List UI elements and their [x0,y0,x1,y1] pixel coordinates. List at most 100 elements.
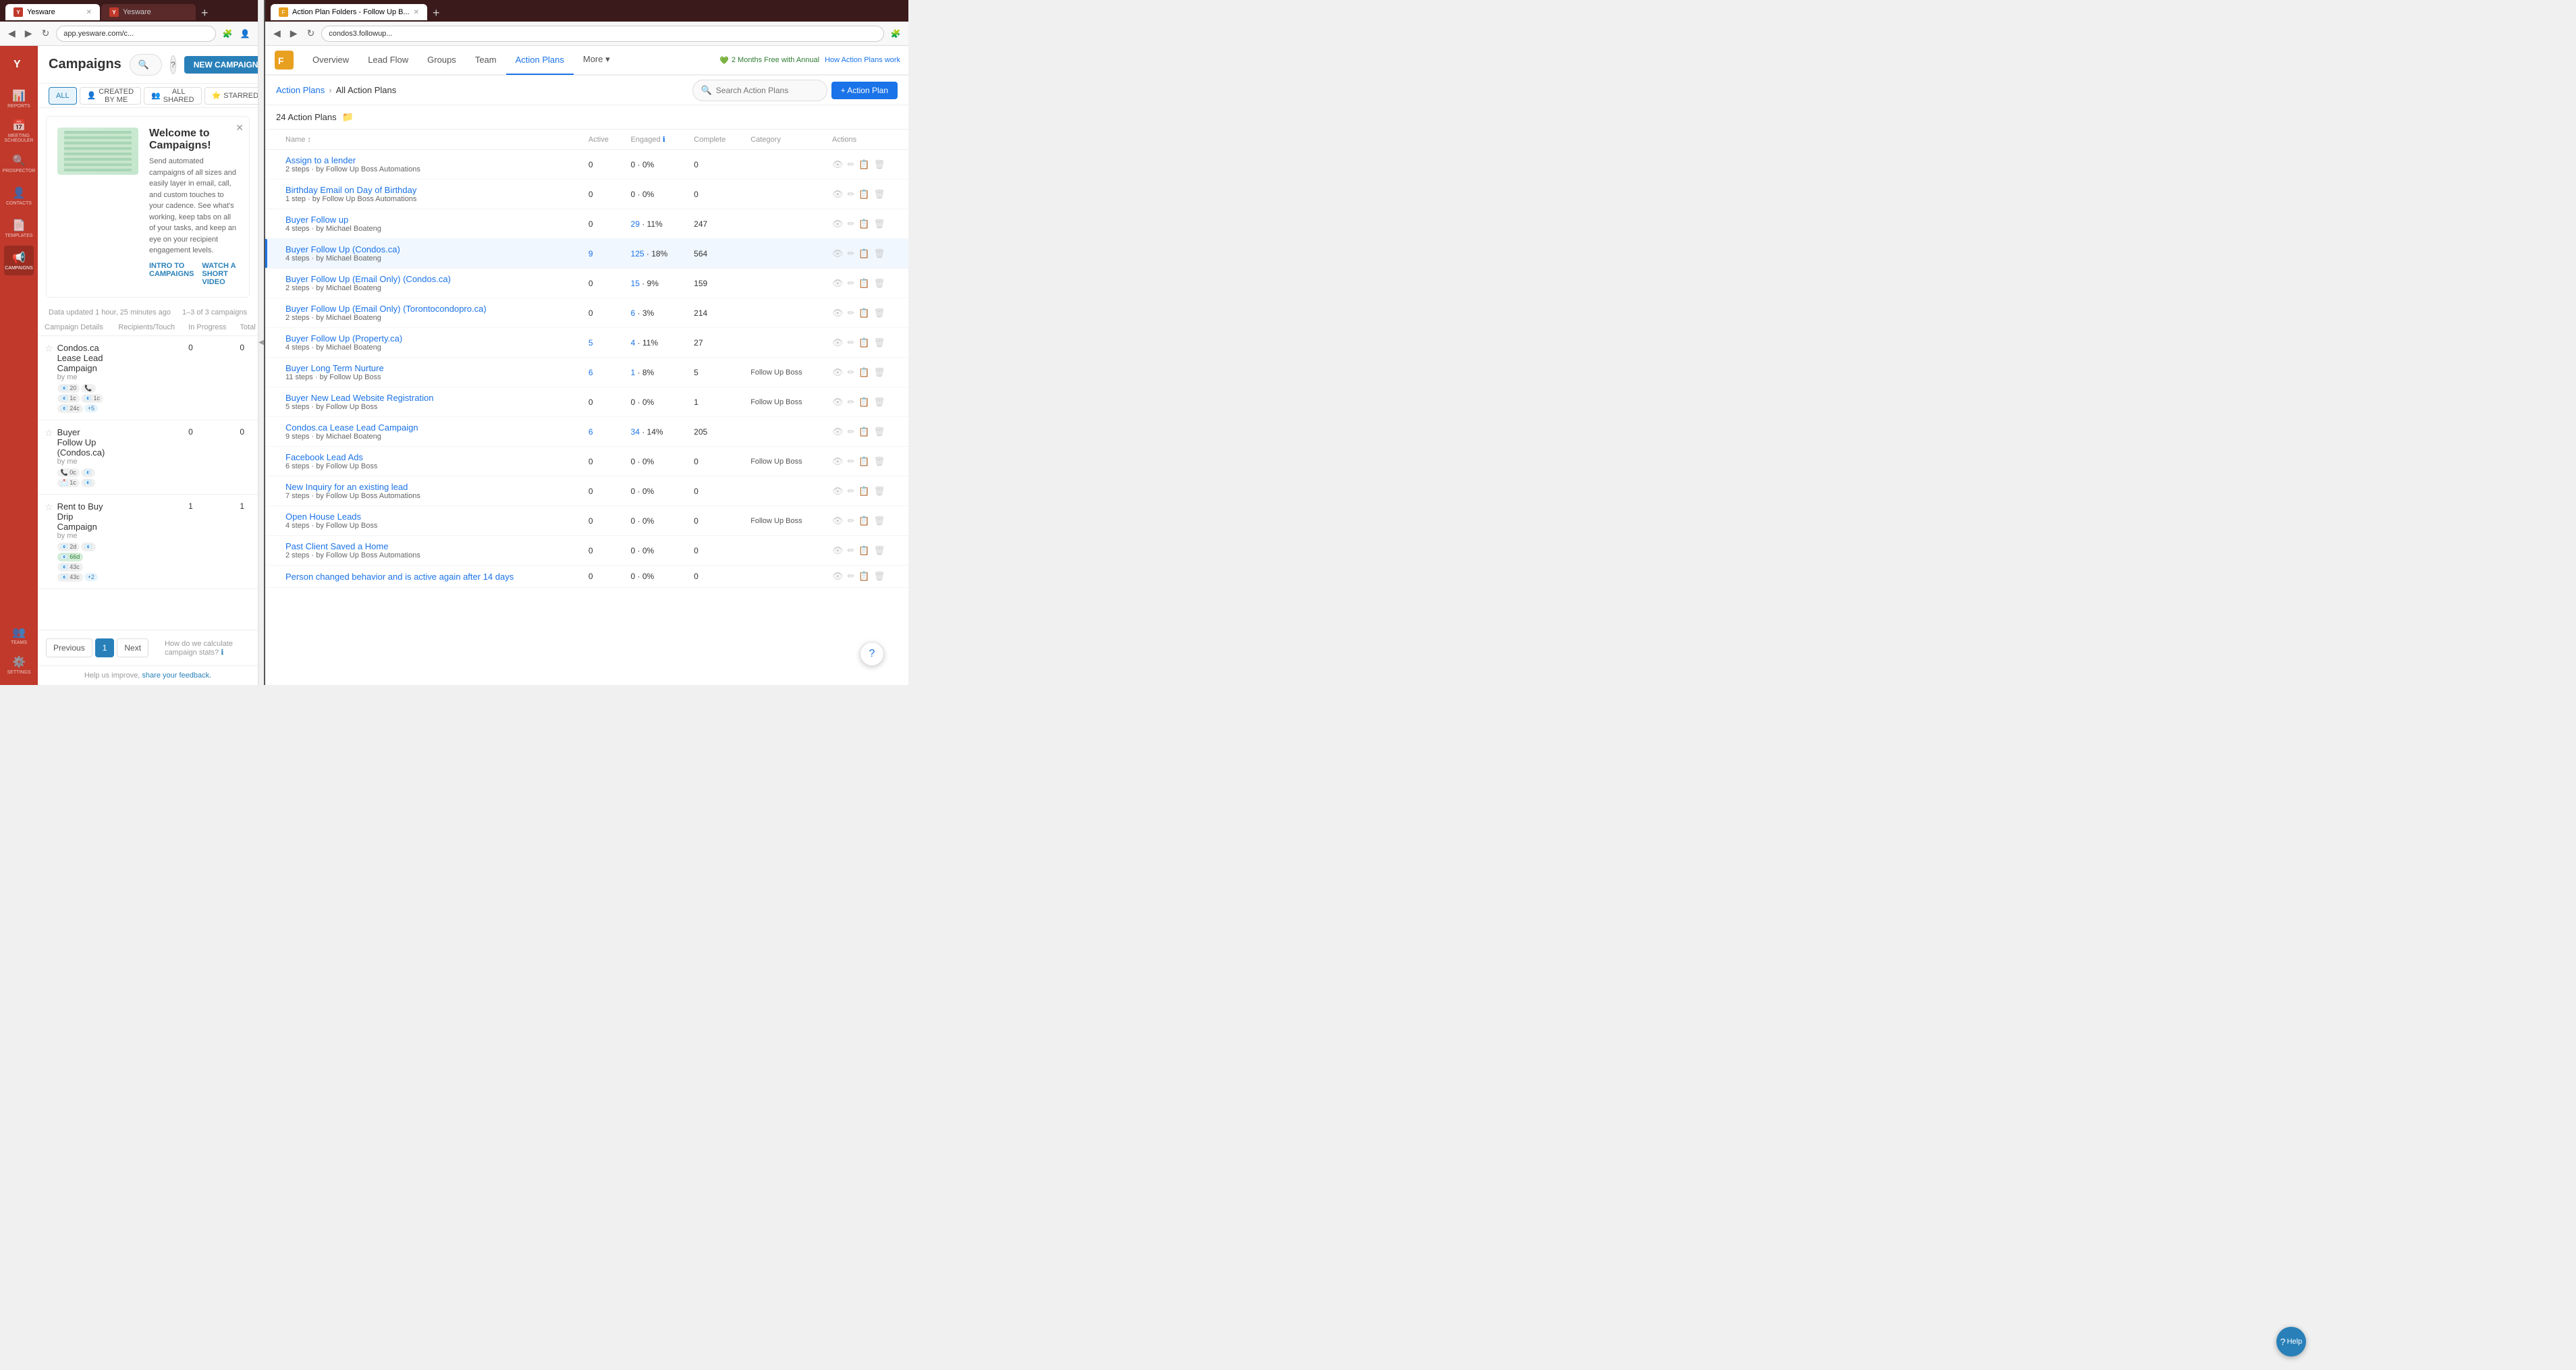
view-icon-6[interactable]: 👁 [832,308,844,319]
next-button[interactable]: Next [117,638,148,657]
delete-icon-13[interactable]: 🗑 [874,516,885,526]
right-forward-button[interactable]: ▶ [287,26,300,40]
delete-icon-9[interactable]: 🗑 [874,397,885,408]
delete-icon-1[interactable]: 🗑 [874,159,885,170]
delete-icon-11[interactable]: 🗑 [874,456,885,467]
view-icon-7[interactable]: 👁 [832,337,844,348]
right-address-bar[interactable]: condos3.followup... [321,26,884,42]
edit-icon-14[interactable]: ✏ [848,545,855,556]
edit-icon-8[interactable]: ✏ [848,367,855,378]
extensions-icon[interactable]: 🧩 [220,26,235,41]
right-tab-1[interactable]: F Action Plan Folders - Follow Up B... ✕ [271,4,427,20]
copy-icon-13[interactable]: 📋 [858,516,869,526]
view-icon-15[interactable]: 👁 [832,571,844,582]
delete-icon-5[interactable]: 🗑 [874,278,885,289]
right-new-tab-button[interactable]: + [429,6,444,20]
breadcrumb-parent[interactable]: Action Plans [276,85,325,95]
edit-icon-15[interactable]: ✏ [848,571,855,582]
copy-icon-12[interactable]: 📋 [858,486,869,497]
sidebar-item-templates[interactable]: 📄 TEMPLATES [4,213,34,243]
copy-icon-15[interactable]: 📋 [858,571,869,582]
ap-name-1[interactable]: Assign to a lender [285,155,575,165]
delete-icon-2[interactable]: 🗑 [874,189,885,200]
delete-icon-6[interactable]: 🗑 [874,308,885,319]
sidebar-item-meeting[interactable]: 📅 MEETING SCHEDULER [4,116,34,146]
ap-search-bar[interactable]: 🔍 [692,80,827,101]
ap-name-8[interactable]: Buyer Long Term Nurture [285,363,575,373]
promo-how-link[interactable]: How Action Plans work [825,56,900,64]
ap-name-9[interactable]: Buyer New Lead Website Registration [285,393,575,403]
edit-icon-3[interactable]: ✏ [848,219,855,229]
right-back-button[interactable]: ◀ [271,26,283,40]
edit-icon-13[interactable]: ✏ [848,516,855,526]
view-icon-12[interactable]: 👁 [832,486,844,497]
ap-name-6[interactable]: Buyer Follow Up (Email Only) (Torontocon… [285,304,575,314]
right-reload-button[interactable]: ↻ [304,26,318,40]
view-icon-11[interactable]: 👁 [832,456,844,467]
reload-button[interactable]: ↻ [39,26,53,40]
sidebar-item-contacts[interactable]: 👤 CONTACTS [4,181,34,211]
nav-action-plans[interactable]: Action Plans [506,45,574,75]
footer-link[interactable]: share your feedback. [142,672,211,680]
previous-button[interactable]: Previous [46,638,92,657]
view-icon-9[interactable]: 👁 [832,397,844,408]
new-tab-button[interactable]: + [197,6,213,20]
intro-link[interactable]: INTRO TO CAMPAIGNS [149,262,194,286]
copy-icon-1[interactable]: 📋 [858,159,869,170]
nav-overview[interactable]: Overview [303,45,358,75]
copy-icon-10[interactable]: 📋 [858,427,869,437]
copy-icon-11[interactable]: 📋 [858,456,869,467]
campaign-name-2[interactable]: Buyer Follow Up (Condos.ca) [57,427,105,458]
help-bubble[interactable]: ? Help [2276,1327,2306,1357]
ap-name-10[interactable]: Condos.ca Lease Lead Campaign [285,422,575,433]
view-icon-14[interactable]: 👁 [832,545,844,556]
star-icon-1[interactable]: ☆ [45,343,53,354]
view-icon-13[interactable]: 👁 [832,516,844,526]
edit-icon-5[interactable]: ✏ [848,278,855,289]
copy-icon-4[interactable]: 📋 [858,248,869,259]
view-icon-3[interactable]: 👁 [832,219,844,229]
delete-icon-15[interactable]: 🗑 [874,571,885,582]
edit-icon-11[interactable]: ✏ [848,456,855,467]
tab-1-yesware[interactable]: Y Yesware ✕ [5,4,100,20]
filter-all-button[interactable]: ALL [49,87,77,105]
nav-more[interactable]: More ▾ [574,45,620,75]
yesware-logo[interactable]: Y [7,51,31,76]
copy-icon-14[interactable]: 📋 [858,545,869,556]
delete-icon-8[interactable]: 🗑 [874,367,885,378]
ap-name-3[interactable]: Buyer Follow up [285,215,575,225]
video-link[interactable]: WATCH A SHORT VIDEO [202,262,238,286]
copy-icon-5[interactable]: 📋 [858,278,869,289]
ap-name-11[interactable]: Facebook Lead Ads [285,452,575,462]
page-1-button[interactable]: 1 [95,638,115,657]
tab-2-yesware[interactable]: Y Yesware [101,4,196,20]
filter-created-button[interactable]: 👤 CREATED BY ME [80,87,141,105]
view-icon-2[interactable]: 👁 [832,189,844,200]
copy-icon-2[interactable]: 📋 [858,189,869,200]
copy-icon-8[interactable]: 📋 [858,367,869,378]
edit-icon-6[interactable]: ✏ [848,308,855,319]
edit-icon-10[interactable]: ✏ [848,427,855,437]
ap-name-15[interactable]: Person changed behavior and is active ag… [285,572,575,582]
add-action-plan-button[interactable]: + Action Plan [831,82,898,99]
address-bar[interactable]: app.yesware.com/c... [56,26,216,42]
campaign-search-bar[interactable]: 🔍 [130,54,162,76]
sort-icon[interactable]: ↕ [307,136,311,144]
sidebar-item-prospector[interactable]: 🔍 PROSPECTOR [4,148,34,178]
ap-name-5[interactable]: Buyer Follow Up (Email Only) (Condos.ca) [285,274,575,284]
delete-icon-3[interactable]: 🗑 [874,219,885,229]
ap-name-7[interactable]: Buyer Follow Up (Property.ca) [285,333,575,344]
profile-icon[interactable]: 👤 [238,26,252,41]
edit-icon-12[interactable]: ✏ [848,486,855,497]
info-icon[interactable]: ℹ [663,136,665,144]
edit-icon-1[interactable]: ✏ [848,159,855,170]
filter-shared-button[interactable]: 👥 ALL SHARED [144,87,202,105]
view-icon-8[interactable]: 👁 [832,367,844,378]
nav-groups[interactable]: Groups [418,45,466,75]
campaign-name-3[interactable]: Rent to Buy Drip Campaign [57,501,105,532]
right-extensions-icon[interactable]: 🧩 [888,26,903,41]
filter-starred-button[interactable]: ⭐ STARRED [204,87,258,105]
calc-stats-link[interactable]: ℹ [221,649,223,657]
right-tab-close[interactable]: ✕ [414,9,419,16]
close-banner-button[interactable]: ✕ [236,122,244,134]
